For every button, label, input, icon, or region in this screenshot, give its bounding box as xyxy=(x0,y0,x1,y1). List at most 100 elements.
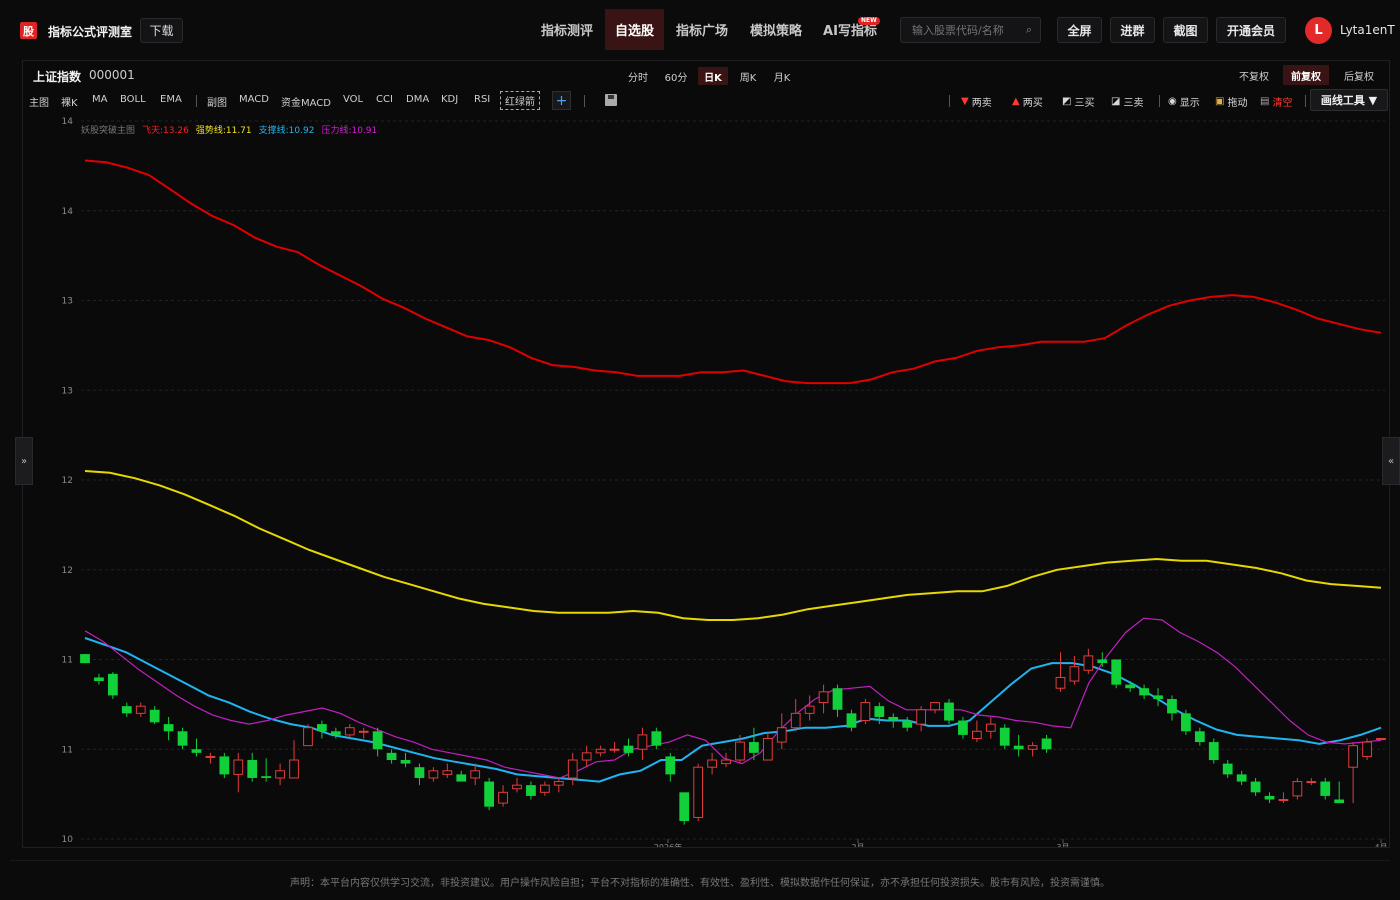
candle-body-down xyxy=(1041,738,1052,750)
candle-body-down xyxy=(1222,763,1233,775)
candle-body-down xyxy=(121,706,132,714)
candle-body-down xyxy=(1334,799,1345,804)
ind-cci[interactable]: CCI xyxy=(376,94,393,105)
candle-body-down xyxy=(261,776,272,778)
candle-body-up xyxy=(358,730,369,733)
ind-ema[interactable]: EMA xyxy=(160,94,182,105)
ind-red-green-arrow[interactable]: 红绿箭 xyxy=(500,91,540,110)
period-tab-monthly[interactable]: 月K xyxy=(767,67,797,85)
tool-two-buy[interactable]: ▲ 两买 xyxy=(1012,94,1043,109)
ind-macd[interactable]: MACD xyxy=(239,94,269,105)
candle-body-down xyxy=(1013,745,1024,750)
period-tab-intraday[interactable]: 分时 xyxy=(623,67,653,85)
avatar[interactable]: L xyxy=(1305,17,1332,44)
brand-title[interactable]: 指标公式评测室 xyxy=(48,23,132,40)
candle-body-up xyxy=(1055,676,1066,689)
candle-body-up xyxy=(1027,745,1038,750)
ind-main[interactable]: 主图 xyxy=(29,94,49,109)
fullscreen-button[interactable]: 全屏 xyxy=(1057,17,1102,43)
candle-body-up xyxy=(233,759,244,775)
adjust-none[interactable]: 不复权 xyxy=(1234,65,1274,85)
candle-body-up xyxy=(930,702,940,711)
period-tab-60min[interactable]: 60分 xyxy=(660,67,692,85)
nav-item-indicator-review[interactable]: 指标测评 xyxy=(532,9,602,50)
nav-item-watchlist[interactable]: 自选股 xyxy=(605,9,664,50)
candle-body-up xyxy=(916,709,927,725)
search-icon[interactable]: ⌕ xyxy=(1026,23,1032,37)
add-indicator-button[interactable]: + xyxy=(552,91,571,110)
search-input[interactable] xyxy=(912,23,1017,37)
down-triangle-icon: ▼ xyxy=(961,96,969,107)
candle-body-down xyxy=(1139,688,1149,696)
ind-sub[interactable]: 副图 xyxy=(207,94,227,109)
ind-bare-k[interactable]: 裸K xyxy=(61,94,78,109)
candle-body-up xyxy=(1376,737,1386,740)
candle-body-down xyxy=(1111,659,1122,685)
nav-item-ai-indicator[interactable]: AI写指标 NEW xyxy=(815,9,885,50)
candle-body-down xyxy=(372,731,383,750)
candle-body-up xyxy=(707,759,717,768)
footer-divider xyxy=(10,860,1390,861)
adjust-forward[interactable]: 前复权 xyxy=(1283,65,1329,85)
y-tick-label: 12 xyxy=(62,476,73,486)
nav-item-sim-strategy[interactable]: 模拟策略 xyxy=(741,9,811,50)
candle-body-down xyxy=(1167,698,1177,714)
up-triangle-icon: ▲ xyxy=(1012,96,1020,107)
candle-body-up xyxy=(205,755,216,758)
tool-three-sell[interactable]: ◪ 三卖 xyxy=(1111,94,1143,109)
candle-body-up xyxy=(790,712,801,729)
period-tab-daily[interactable]: 日K xyxy=(698,67,728,85)
candle-body-down xyxy=(1264,795,1275,800)
adjust-backward[interactable]: 后复权 xyxy=(1337,65,1381,85)
ind-rsi[interactable]: RSI xyxy=(474,94,490,105)
series-line-压力线 xyxy=(84,617,1382,779)
candle-body-up xyxy=(581,752,592,761)
y-tick-label: 14 xyxy=(62,207,74,217)
right-panel-toggle[interactable]: « xyxy=(1382,437,1400,485)
y-tick-label: 12 xyxy=(62,566,73,576)
tool-show[interactable]: ◉ 显示 xyxy=(1168,94,1200,109)
candle-body-up xyxy=(609,748,620,751)
candle-body-down xyxy=(1097,659,1108,664)
candle-body-down xyxy=(888,716,899,721)
toolbar-divider xyxy=(584,95,585,107)
candle-body-down xyxy=(526,785,536,796)
tool-drag[interactable]: ▣ 拖动 xyxy=(1215,94,1247,109)
candle-body-down xyxy=(999,727,1010,746)
candle-body-down xyxy=(874,706,885,717)
candle-body-down xyxy=(1153,695,1163,699)
ind-vol[interactable]: VOL xyxy=(343,94,363,105)
join-group-button[interactable]: 进群 xyxy=(1110,17,1155,43)
candle-body-down xyxy=(149,709,160,723)
chart-panel: 上证指数 000001 分时 60分 日K 周K 月K 不复权 前复权 后复权 … xyxy=(22,60,1390,848)
user-name[interactable]: Lyta1enT xyxy=(1340,23,1395,37)
download-button[interactable]: 下载 xyxy=(140,18,183,43)
ind-dma[interactable]: DMA xyxy=(406,94,429,105)
draw-tools-button[interactable]: 画线工具 ▼ xyxy=(1310,89,1388,111)
logo-icon[interactable]: 股 xyxy=(20,22,37,39)
tool-clear[interactable]: ▤ 清空 xyxy=(1260,94,1292,109)
search-box[interactable]: ⌕ xyxy=(900,17,1041,43)
period-tab-weekly[interactable]: 周K xyxy=(733,67,763,85)
series-line-飞天 xyxy=(84,159,1382,385)
line-chart-icon: ◪ xyxy=(1111,96,1121,107)
nav-item-indicator-plaza[interactable]: 指标广场 xyxy=(667,9,737,50)
trash-icon: ▤ xyxy=(1260,96,1270,107)
vip-button[interactable]: 开通会员 xyxy=(1216,17,1286,43)
candle-body-down xyxy=(1208,742,1219,761)
y-tick-label: 14 xyxy=(62,117,74,127)
ind-fund-macd[interactable]: 资金MACD xyxy=(281,94,331,109)
ind-ma[interactable]: MA xyxy=(92,94,107,105)
save-icon[interactable] xyxy=(605,94,617,106)
candle-body-up xyxy=(595,748,606,754)
candle-body-down xyxy=(1125,684,1136,689)
tool-two-sell[interactable]: ▼ 两卖 xyxy=(961,94,992,109)
screenshot-button[interactable]: 截图 xyxy=(1163,17,1208,43)
tool-three-buy[interactable]: ◩ 三买 xyxy=(1062,94,1094,109)
left-panel-toggle[interactable]: » xyxy=(15,437,33,485)
x-tick-label: 3月 xyxy=(1056,843,1069,847)
candlestick-chart[interactable]: 14 14 13 13 12 12 11 11 10 2026年 2月 3月 4月 xyxy=(23,113,1389,847)
ind-boll[interactable]: BOLL xyxy=(120,94,146,105)
ind-kdj[interactable]: KDJ xyxy=(441,94,458,105)
candle-body-up xyxy=(1306,781,1317,784)
